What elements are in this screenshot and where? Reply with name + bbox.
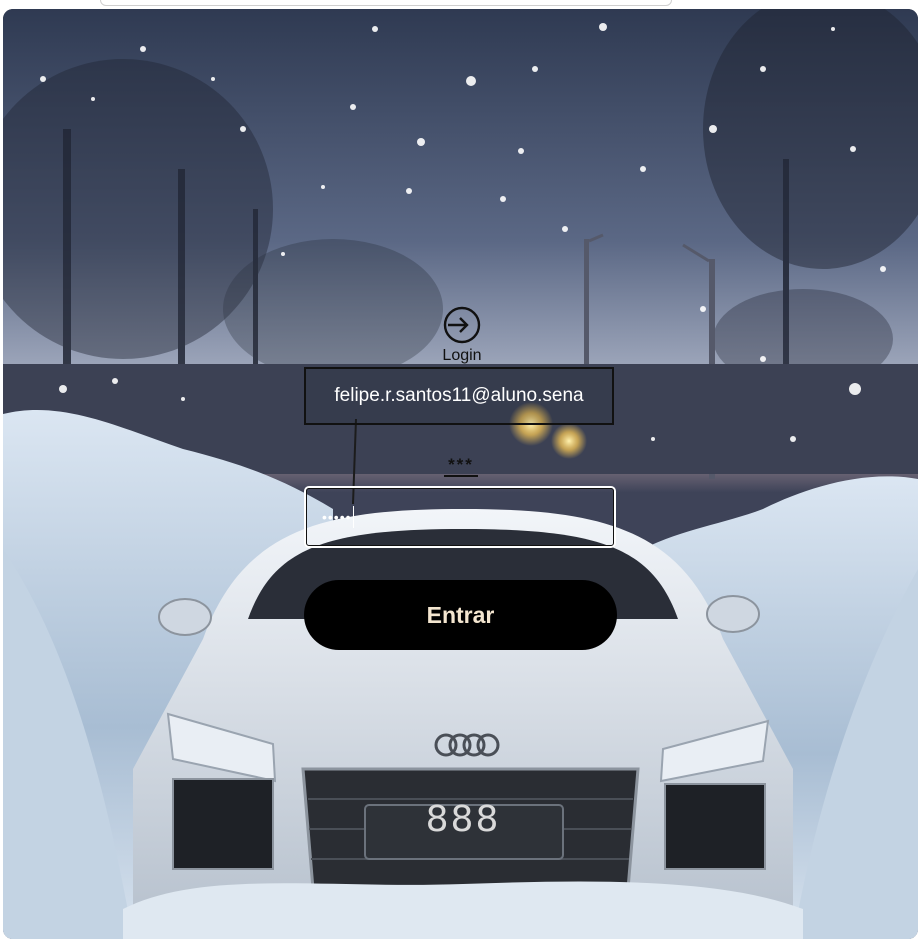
password-field[interactable]: ••••• <box>304 486 616 548</box>
login-page: Login *** ••••• Entrar 888 <box>3 9 918 939</box>
email-field[interactable] <box>304 367 614 425</box>
window-top-tab <box>100 0 672 6</box>
text-caret <box>352 506 354 528</box>
password-label-underline <box>444 475 478 477</box>
login-arrow-icon <box>443 306 481 344</box>
login-title: Login <box>442 347 482 364</box>
license-plate-text: 888 <box>425 799 501 840</box>
entrar-button[interactable]: Entrar <box>304 580 617 650</box>
password-label: *** <box>448 455 474 474</box>
password-value: ••••• <box>322 509 352 525</box>
